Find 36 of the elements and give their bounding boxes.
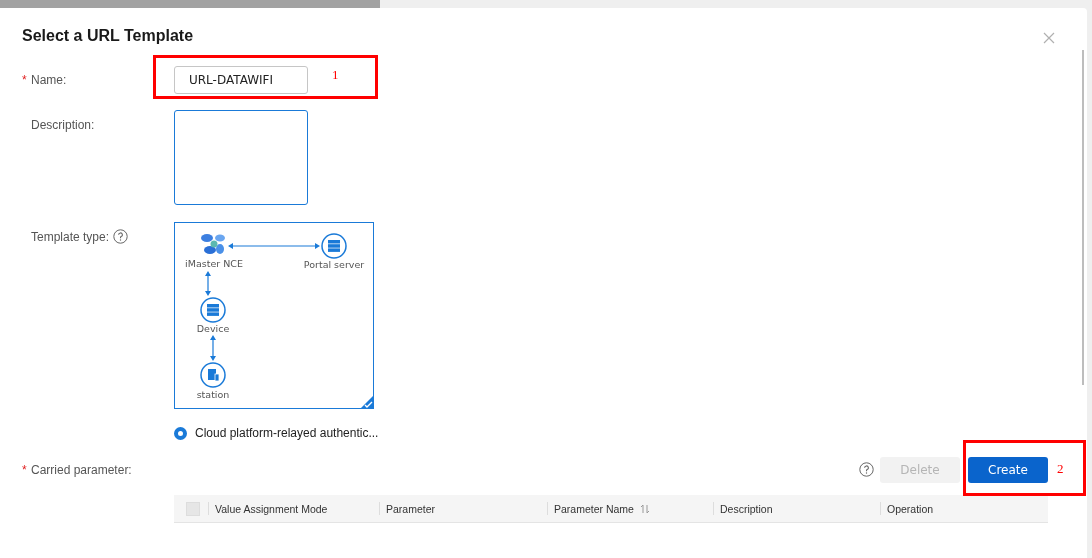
- node-label: iMaster NCE: [185, 258, 243, 269]
- radio-label[interactable]: Cloud platform-relayed authentic...: [195, 426, 379, 440]
- radio-button[interactable]: [174, 426, 187, 440]
- phone-icon: [200, 362, 226, 388]
- sort-icon[interactable]: [639, 503, 650, 514]
- column-header[interactable]: Parameter Name: [554, 502, 634, 515]
- column-header[interactable]: Operation: [887, 502, 934, 515]
- device-icon: [200, 297, 226, 323]
- annotation-number: 1: [332, 67, 339, 83]
- dialog-title: Select a URL Template: [22, 27, 194, 45]
- description-field[interactable]: [174, 110, 308, 205]
- node-label: station: [196, 389, 230, 400]
- column-header[interactable]: Description: [720, 502, 773, 515]
- required-mark: *: [22, 73, 27, 87]
- node-label: Device: [196, 323, 230, 334]
- field-label: Carried parameter:: [31, 463, 132, 477]
- template-card[interactable]: iMaster NCE Portal server Device station: [174, 222, 374, 409]
- annotation-number: 2: [1057, 461, 1064, 477]
- field-label: Template type:: [31, 230, 110, 244]
- server-icon: [321, 233, 347, 259]
- node-label: Portal server: [303, 259, 365, 270]
- create-button[interactable]: Create: [968, 457, 1048, 483]
- checkbox[interactable]: [186, 501, 200, 516]
- fan-logo-icon: [201, 234, 225, 254]
- scrollbar[interactable]: [1082, 50, 1084, 385]
- column-header[interactable]: Parameter: [386, 502, 436, 515]
- help-icon[interactable]: [859, 462, 874, 477]
- required-mark: *: [22, 463, 27, 477]
- connector-arrow: [210, 335, 216, 361]
- field-label: Name:: [31, 73, 67, 87]
- help-icon[interactable]: [113, 229, 129, 244]
- field-label: Description:: [31, 118, 95, 132]
- checkmark-icon: [360, 395, 374, 409]
- name-field[interactable]: URL-DATAWIFI: [174, 66, 308, 94]
- connector-arrow: [205, 271, 211, 296]
- column-header[interactable]: Value Assignment Mode: [215, 502, 328, 515]
